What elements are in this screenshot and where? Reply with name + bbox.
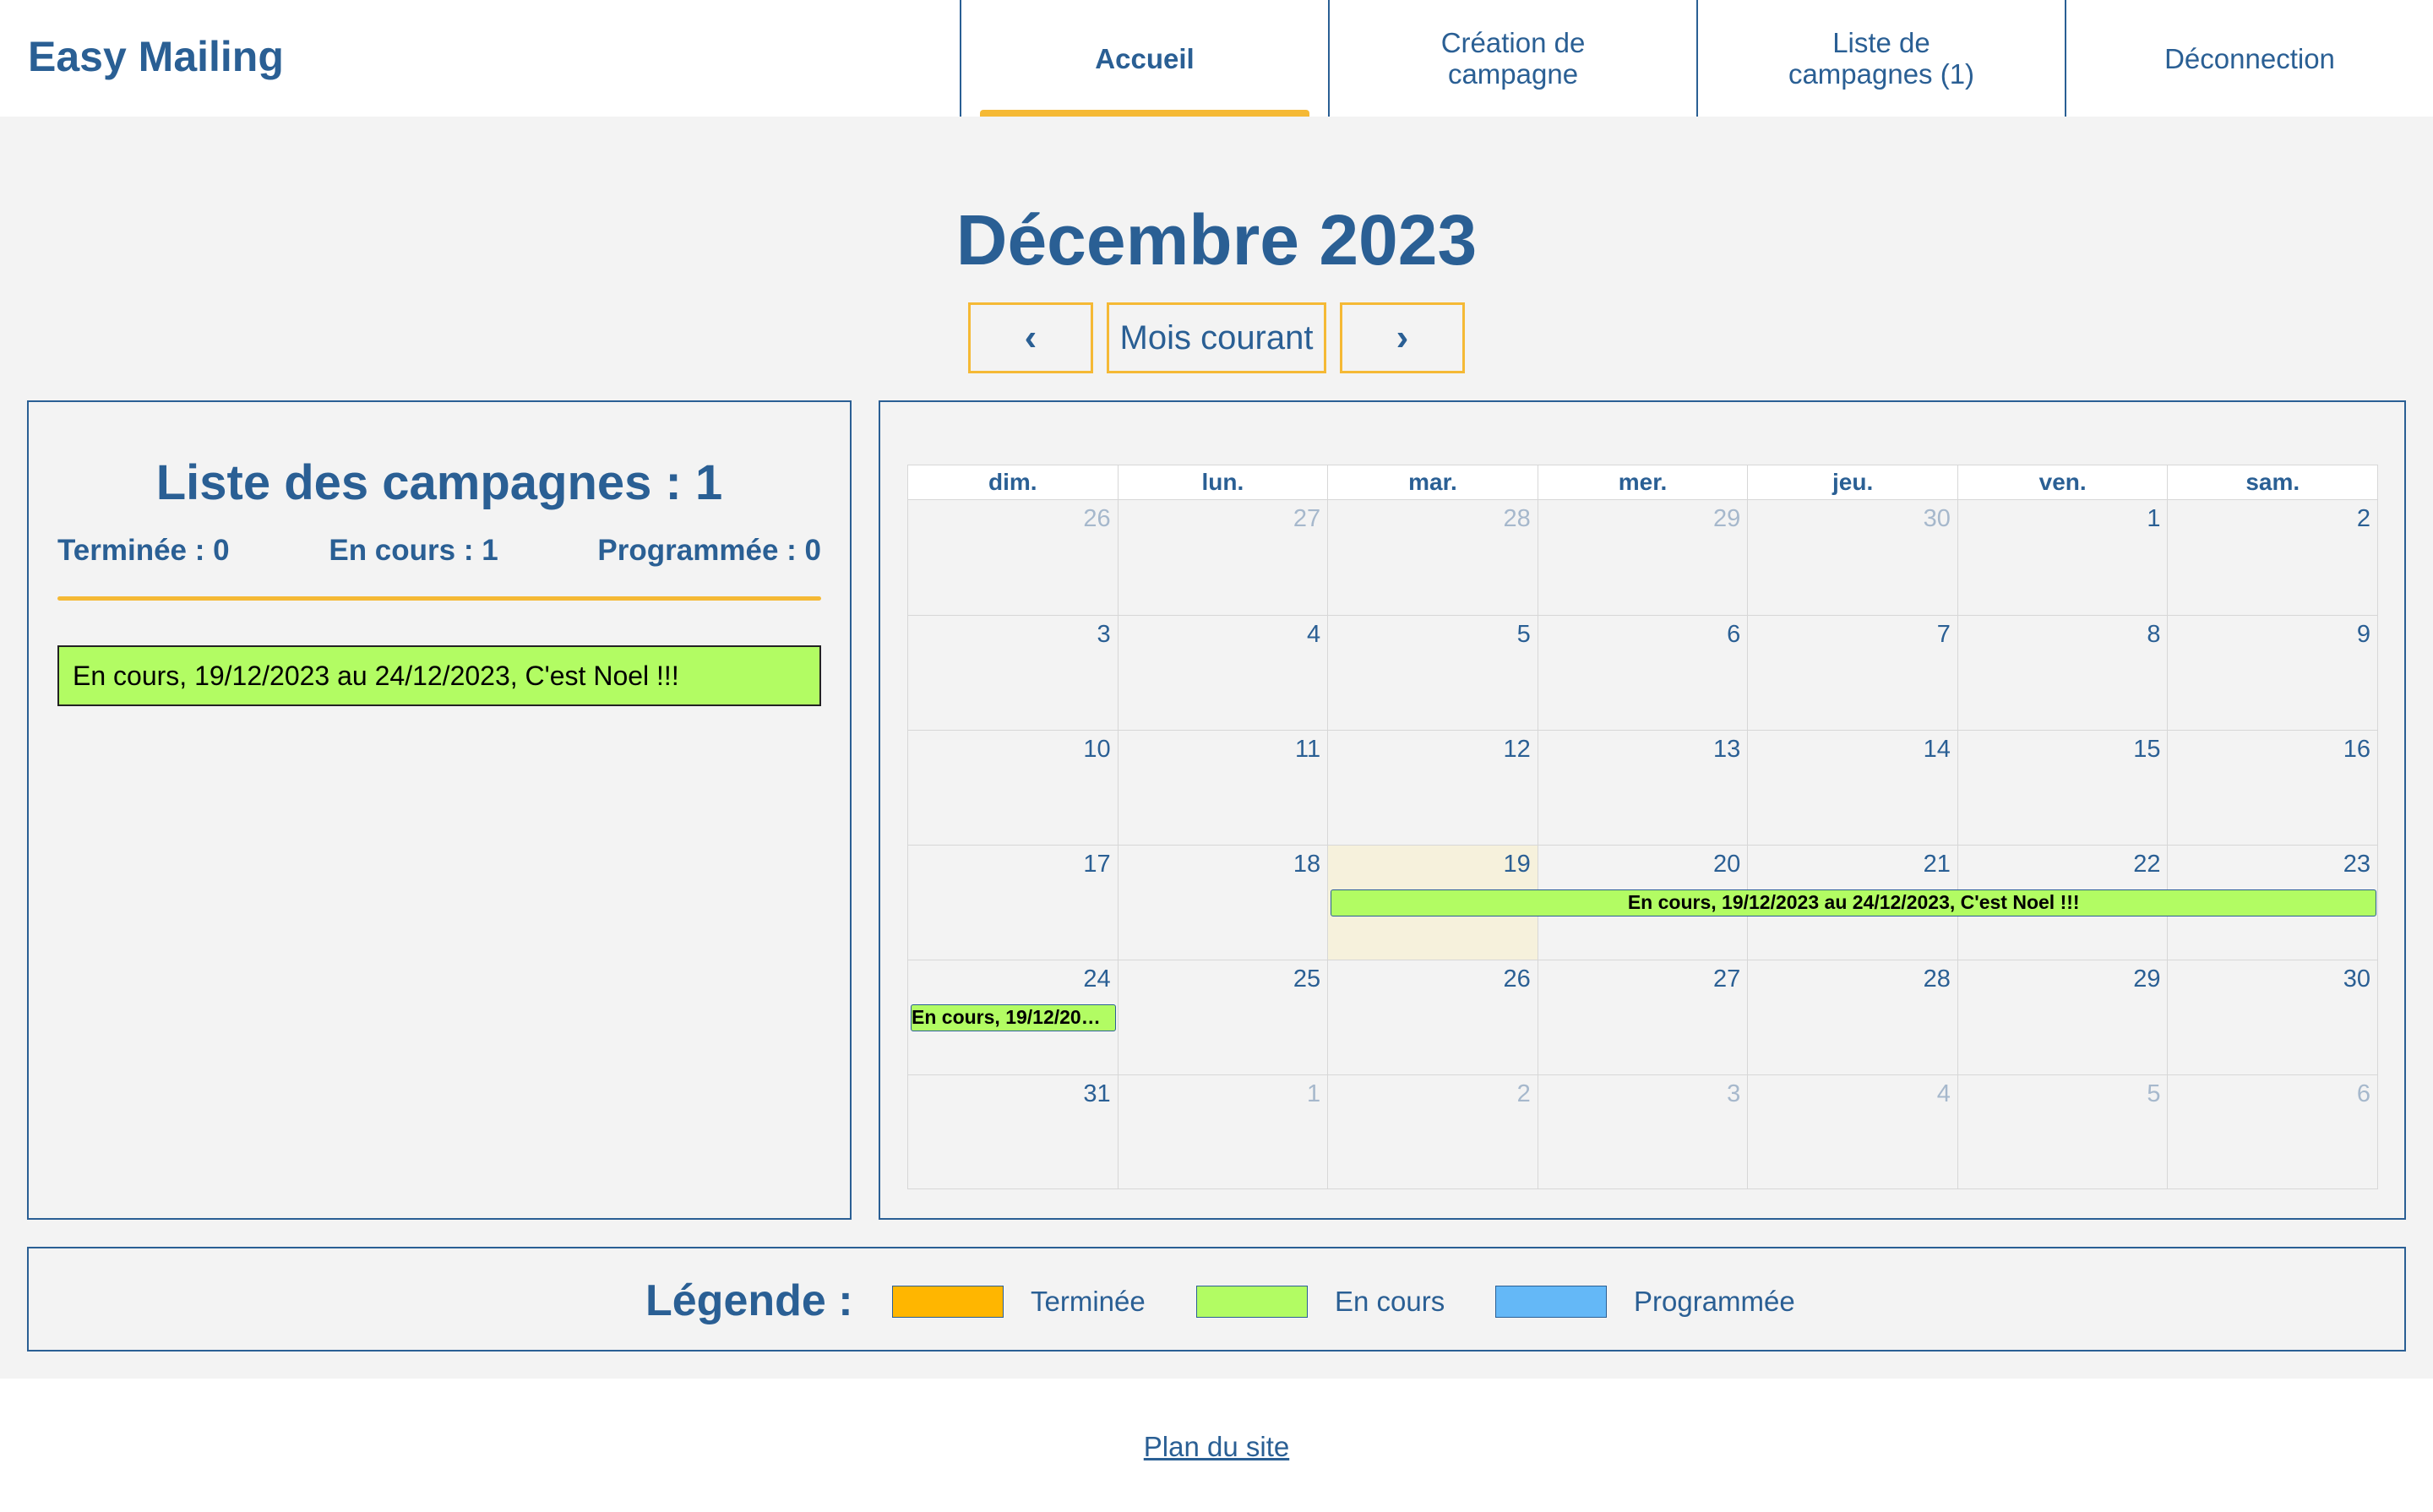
calendar-day[interactable]: 3 [908, 616, 1118, 730]
calendar-day-other-month[interactable]: 28 [1327, 500, 1538, 615]
legend-label-finished: Terminée [1031, 1286, 1146, 1317]
count-finished: Terminée : 0 [57, 534, 230, 567]
weekday-header: lun. [1117, 465, 1328, 499]
calendar-day-other-month[interactable]: 29 [1537, 500, 1748, 615]
calendar-week-row: 17 18 19 20 21 22 23 En cours, 19/12/2023 au 24… [908, 845, 2377, 960]
header: Easy Mailing Accueil Création de campagn… [0, 0, 2433, 117]
legend-swatch-scheduled [1495, 1286, 1607, 1318]
calendar-day[interactable]: 15 [1957, 731, 2168, 845]
calendar-day-other-month[interactable]: 2 [1327, 1075, 1538, 1189]
calendar-day-other-month[interactable]: 4 [1747, 1075, 1957, 1189]
calendar-day[interactable]: 4 [1117, 616, 1328, 730]
calendar-day[interactable]: 5 [1327, 616, 1538, 730]
calendar-day-other-month[interactable]: 26 [908, 500, 1118, 615]
campaign-counts: Terminée : 0 En cours : 1 Programmée : 0 [57, 534, 821, 568]
legend-swatch-running [1196, 1286, 1308, 1318]
calendar-week-row: 31 1 2 3 4 5 6 [908, 1074, 2377, 1189]
legend-label-running: En cours [1335, 1286, 1445, 1317]
weekday-header: ven. [1957, 465, 2168, 499]
calendar-day-other-month[interactable]: 3 [1537, 1075, 1748, 1189]
calendar-day[interactable]: 29 [1957, 960, 2168, 1074]
calendar-day[interactable]: 2 [2167, 500, 2377, 615]
prev-month-button[interactable]: ‹ [968, 302, 1093, 373]
calendar-day[interactable]: 1 [1957, 500, 2168, 615]
nav-item-liste-campagnes[interactable]: Liste de campagnes (1) [1696, 0, 2065, 117]
brand-logo[interactable]: Easy Mailing [28, 32, 284, 81]
calendar-day[interactable]: 9 [2167, 616, 2377, 730]
calendar-weekday-header: dim. lun. mar. mer. jeu. ven. sam. [907, 465, 2378, 500]
main-nav: Accueil Création de campagne Liste de ca… [960, 0, 2433, 117]
sitemap-link[interactable]: Plan du site [1144, 1431, 1289, 1462]
calendar-event-bar[interactable]: En cours, 19/12/20… [911, 1004, 1116, 1031]
calendar-day[interactable]: 14 [1747, 731, 1957, 845]
weekday-header: jeu. [1747, 465, 1957, 499]
calendar-day[interactable]: 6 [1537, 616, 1748, 730]
calendar-week-row: 10 11 12 13 14 15 16 [908, 730, 2377, 845]
calendar-day[interactable]: 16 [2167, 731, 2377, 845]
calendar-grid: dim. lun. mar. mer. jeu. ven. sam. 26 27 28 29 30 1… [907, 465, 2378, 1191]
calendar-day[interactable]: 17 [908, 846, 1118, 960]
main-content: Décembre 2023 ‹ Mois courant › Liste des… [0, 117, 2433, 1379]
count-scheduled: Programmée : 0 [597, 534, 821, 567]
weekday-header: mar. [1327, 465, 1538, 499]
calendar-day-other-month[interactable]: 1 [1117, 1075, 1328, 1189]
calendar-day[interactable]: 26 [1327, 960, 1538, 1074]
calendar-day[interactable]: 18 [1117, 846, 1328, 960]
legend-swatch-finished [892, 1286, 1004, 1318]
nav-item-deconnection[interactable]: Déconnection [2065, 0, 2433, 117]
nav-item-accueil[interactable]: Accueil [960, 0, 1328, 117]
campaign-list-title: Liste des campagnes : 1 [155, 455, 723, 510]
calendar-event-bar[interactable]: En cours, 19/12/2023 au 24/12/2023, C'es… [1331, 889, 2376, 916]
current-month-button[interactable]: Mois courant [1107, 302, 1326, 373]
weekday-header: sam. [2167, 465, 2377, 499]
calendar-day-other-month[interactable]: 27 [1117, 500, 1328, 615]
month-title: Décembre 2023 [955, 200, 1478, 280]
calendar-day[interactable]: 13 [1537, 731, 1748, 845]
calendar-day[interactable]: 7 [1747, 616, 1957, 730]
legend-label-scheduled: Programmée [1634, 1286, 1795, 1317]
calendar-day[interactable]: 28 [1747, 960, 1957, 1074]
calendar-day[interactable]: 30 [2167, 960, 2377, 1074]
calendar-day[interactable]: 8 [1957, 616, 2168, 730]
calendar-day-other-month[interactable]: 30 [1747, 500, 1957, 615]
calendar-day-other-month[interactable]: 5 [1957, 1075, 2168, 1189]
calendar-week-row: 3456789 [908, 615, 2377, 730]
calendar-panel: dim. lun. mar. mer. jeu. ven. sam. 26 27 28 29 30 1… [879, 400, 2406, 1220]
weekday-header: dim. [988, 469, 1037, 495]
calendar-week-row: 24 25 26 27 28 29 30 En cours, 19/12/20… [908, 960, 2377, 1074]
calendar-day[interactable]: 11 [1117, 731, 1328, 845]
calendar-day-other-month[interactable]: 6 [2167, 1075, 2377, 1189]
calendar-day[interactable]: 12 [1327, 731, 1538, 845]
calendar-day[interactable]: 27 [1537, 960, 1748, 1074]
weekday-header: mer. [1537, 465, 1748, 499]
calendar-body: 26 27 28 29 30 1 2 3 4 5 6 7 8 9 10 11 12 13 14 15 16 17 18 19 2… [907, 500, 2378, 1189]
calendar-day[interactable]: 25 [1117, 960, 1328, 1074]
count-running: En cours : 1 [329, 534, 498, 567]
calendar-week-row: 26 27 28 29 30 1 2 [908, 500, 2377, 615]
divider [57, 596, 821, 601]
campaign-list-item[interactable]: En cours, 19/12/2023 au 24/12/2023, C'es… [57, 645, 821, 706]
legend-title: Légende : [645, 1276, 853, 1325]
calendar-day[interactable]: 31 [908, 1075, 1118, 1189]
legend: Légende : Terminée En cours Programmée [27, 1247, 2406, 1352]
calendar-day[interactable]: 10 [908, 731, 1118, 845]
next-month-button[interactable]: › [1340, 302, 1465, 373]
campaign-list-panel: Liste des campagnes : 1 Terminée : 0 En … [27, 400, 852, 1220]
footer: Plan du site [0, 1431, 2433, 1463]
nav-item-creation-campagne[interactable]: Création de campagne [1328, 0, 1696, 117]
